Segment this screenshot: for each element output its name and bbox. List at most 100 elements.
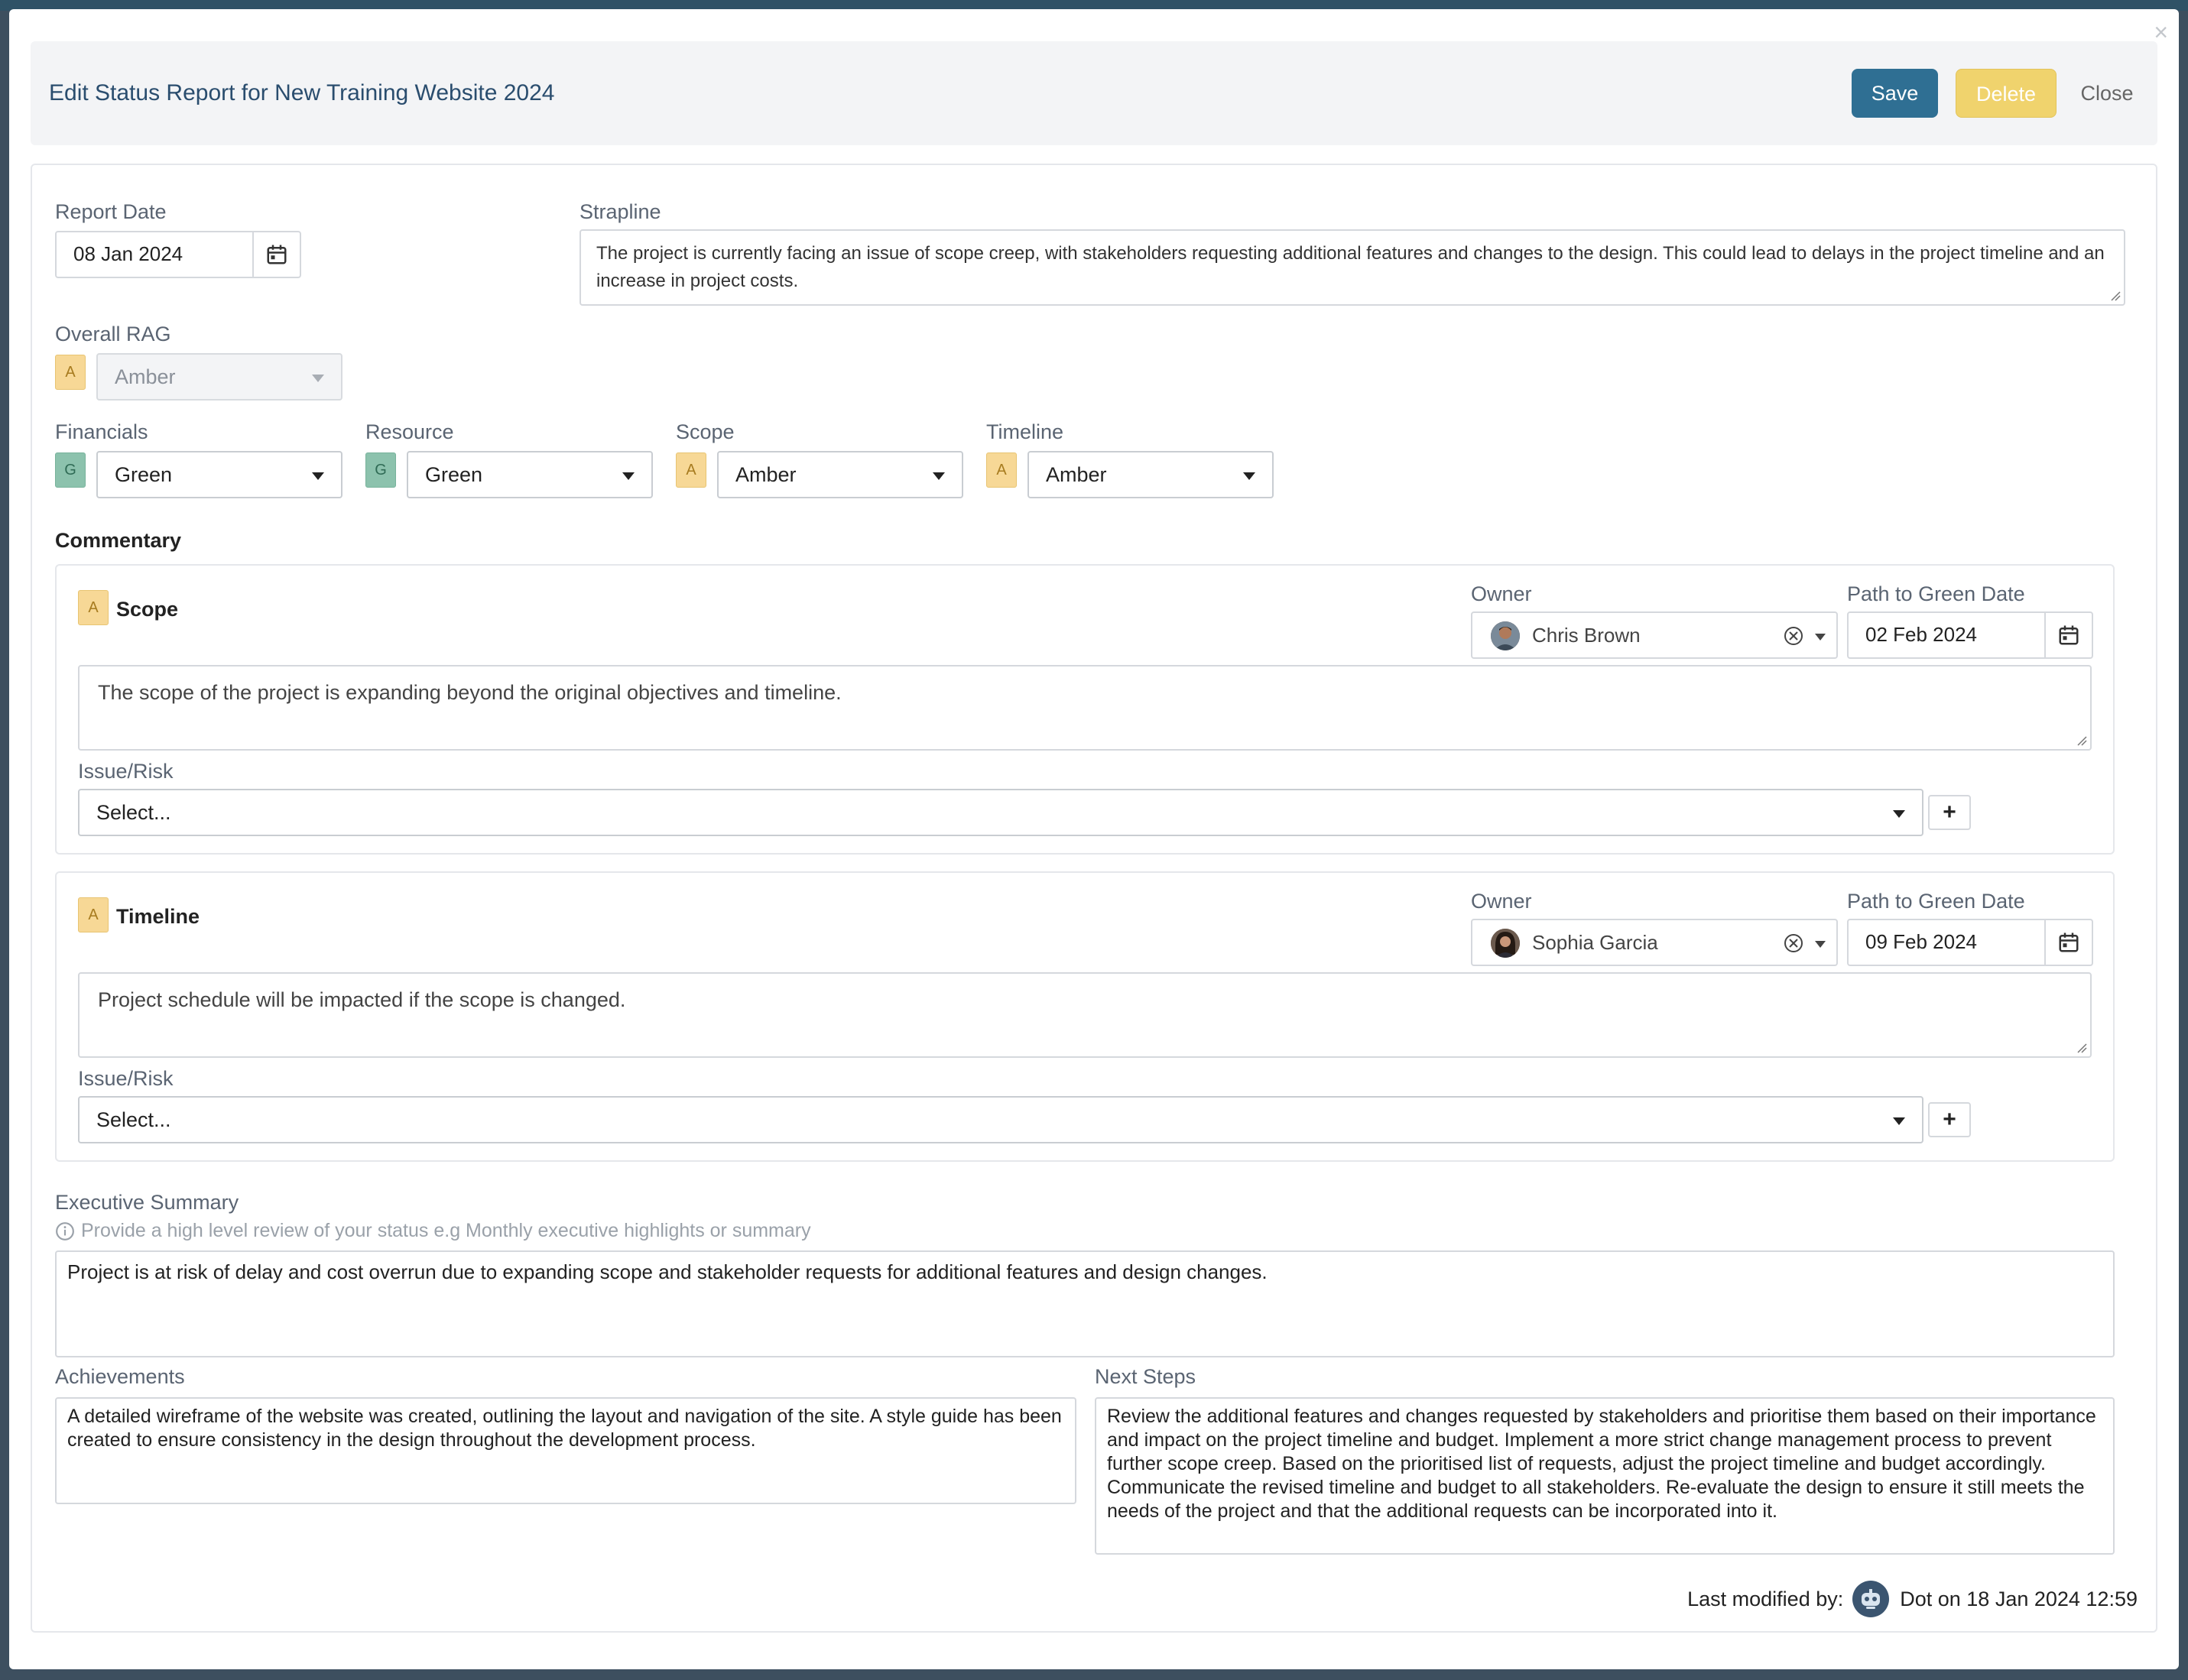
next-steps-label: Next Steps bbox=[1095, 1365, 1196, 1388]
overall-rag-value: Amber bbox=[115, 365, 176, 388]
timeline-select[interactable]: Amber bbox=[1027, 451, 1274, 498]
scope-path-date-value: 02 Feb 2024 bbox=[1865, 623, 1978, 646]
achievements-value: A detailed wireframe of the website was … bbox=[67, 1406, 1062, 1451]
executive-summary-textarea[interactable]: Project is at risk of delay and cost ove… bbox=[55, 1250, 2115, 1357]
timeline-rag-badge: A bbox=[986, 452, 1017, 488]
resource-value: Green bbox=[425, 463, 483, 486]
next-steps-value: Review the additional features and chang… bbox=[1107, 1406, 2096, 1522]
path-to-green-label: Path to Green Date bbox=[1847, 582, 2025, 605]
last-modified-label: Last modified by: bbox=[1687, 1587, 1844, 1610]
calendar-icon bbox=[2059, 625, 2079, 645]
financials-value: Green bbox=[115, 463, 173, 486]
timeline-label: Timeline bbox=[986, 420, 1064, 443]
scope-path-calendar-button[interactable] bbox=[2044, 613, 2092, 657]
timeline-issue-risk-placeholder: Select... bbox=[96, 1108, 171, 1131]
timeline-path-date-input[interactable]: 09 Feb 2024 bbox=[1847, 919, 2093, 966]
scope-select[interactable]: Amber bbox=[717, 451, 963, 498]
clear-icon[interactable] bbox=[1783, 932, 1804, 954]
issue-risk-label: Issue/Risk bbox=[78, 760, 174, 783]
timeline-add-issue-button[interactable]: + bbox=[1928, 1102, 1971, 1137]
commentary-card-scope: A Scope Owner Chris Brown Path to Green … bbox=[55, 564, 2115, 855]
last-modified-value: Dot on 18 Jan 2024 12:59 bbox=[1900, 1587, 2138, 1610]
report-date-value: 08 Jan 2024 bbox=[73, 242, 183, 265]
report-date-input[interactable]: 08 Jan 2024 bbox=[55, 231, 301, 278]
financials-rag-badge: G bbox=[55, 452, 86, 488]
scope-owner-select[interactable]: Chris Brown bbox=[1471, 611, 1838, 659]
avatar bbox=[1491, 929, 1520, 958]
avatar bbox=[1491, 621, 1520, 650]
calendar-icon bbox=[2059, 932, 2079, 952]
timeline-comment-textarea[interactable]: Project schedule will be impacted if the… bbox=[78, 972, 2092, 1058]
chevron-down-icon bbox=[312, 375, 324, 382]
clear-icon[interactable] bbox=[1783, 625, 1804, 647]
timeline-owner-value: Sophia Garcia bbox=[1532, 931, 1658, 954]
save-button[interactable]: Save bbox=[1852, 69, 1938, 118]
scope-path-date-input[interactable]: 02 Feb 2024 bbox=[1847, 611, 2093, 659]
timeline-path-date-value: 09 Feb 2024 bbox=[1865, 930, 1978, 953]
timeline-path-calendar-button[interactable] bbox=[2044, 920, 2092, 965]
strapline-label: Strapline bbox=[579, 200, 661, 223]
chevron-down-icon bbox=[1893, 810, 1905, 818]
financials-select[interactable]: Green bbox=[96, 451, 342, 498]
overall-rag-select: Amber bbox=[96, 353, 342, 401]
overall-rag-label: Overall RAG bbox=[55, 323, 171, 345]
delete-button[interactable]: Delete bbox=[1956, 69, 2057, 118]
resource-select[interactable]: Green bbox=[407, 451, 653, 498]
scope-add-issue-button[interactable]: + bbox=[1928, 795, 1971, 830]
achievements-label: Achievements bbox=[55, 1365, 185, 1388]
scope-comment-rag-badge: A bbox=[78, 590, 109, 625]
resize-handle-icon[interactable] bbox=[2076, 735, 2087, 746]
financials-label: Financials bbox=[55, 420, 148, 443]
scope-comment-title: Scope bbox=[116, 598, 179, 621]
calendar-icon bbox=[267, 245, 287, 264]
timeline-issue-risk-select[interactable]: Select... bbox=[78, 1096, 1923, 1143]
owner-label: Owner bbox=[1471, 890, 1532, 913]
report-date-label: Report Date bbox=[55, 200, 167, 223]
scope-comment-textarea[interactable]: The scope of the project is expanding be… bbox=[78, 665, 2092, 751]
timeline-comment-rag-badge: A bbox=[78, 897, 109, 932]
issue-risk-label: Issue/Risk bbox=[78, 1067, 174, 1090]
strapline-textarea[interactable]: The project is currently facing an issue… bbox=[579, 229, 2125, 306]
scope-issue-risk-select[interactable]: Select... bbox=[78, 789, 1923, 836]
scope-rag-badge: A bbox=[676, 452, 706, 488]
close-button[interactable]: Close bbox=[2073, 69, 2141, 118]
chevron-down-icon[interactable] bbox=[1815, 941, 1826, 948]
last-modified: Last modified by: Dot on 18 Jan 2024 12:… bbox=[1687, 1581, 2138, 1617]
resize-handle-icon[interactable] bbox=[2110, 290, 2121, 301]
modal-header: Edit Status Report for New Training Webs… bbox=[31, 41, 2157, 145]
resize-handle-icon[interactable] bbox=[2076, 1043, 2087, 1053]
commentary-heading: Commentary bbox=[55, 529, 182, 552]
chevron-down-icon bbox=[1893, 1117, 1905, 1125]
commentary-card-timeline: A Timeline Owner Sophia Garcia Path to G… bbox=[55, 871, 2115, 1162]
scope-comment-value: The scope of the project is expanding be… bbox=[98, 681, 842, 704]
resource-rag-badge: G bbox=[365, 452, 396, 488]
timeline-comment-title: Timeline bbox=[116, 905, 200, 928]
chevron-down-icon bbox=[312, 472, 324, 480]
info-icon bbox=[56, 1221, 74, 1241]
executive-summary-hint: Provide a high level review of your stat… bbox=[55, 1220, 811, 1242]
executive-summary-label: Executive Summary bbox=[55, 1191, 239, 1214]
timeline-value: Amber bbox=[1046, 463, 1107, 486]
strapline-value: The project is currently facing an issue… bbox=[596, 243, 2105, 291]
chevron-down-icon bbox=[1243, 472, 1255, 480]
form-panel: Report Date 08 Jan 2024 Strapline The pr… bbox=[31, 164, 2157, 1633]
next-steps-textarea[interactable]: Review the additional features and chang… bbox=[1095, 1397, 2115, 1555]
chevron-down-icon bbox=[622, 472, 635, 480]
executive-summary-value: Project is at risk of delay and cost ove… bbox=[67, 1260, 1268, 1283]
owner-label: Owner bbox=[1471, 582, 1532, 605]
overall-rag-badge: A bbox=[55, 355, 86, 390]
path-to-green-label: Path to Green Date bbox=[1847, 890, 2025, 913]
chevron-down-icon bbox=[933, 472, 945, 480]
report-date-calendar-button[interactable] bbox=[252, 232, 300, 277]
executive-summary-hint-text: Provide a high level review of your stat… bbox=[81, 1220, 811, 1241]
timeline-owner-select[interactable]: Sophia Garcia bbox=[1471, 919, 1838, 966]
achievements-textarea[interactable]: A detailed wireframe of the website was … bbox=[55, 1397, 1076, 1504]
scope-value: Amber bbox=[735, 463, 797, 486]
status-report-modal: × Edit Status Report for New Training We… bbox=[9, 9, 2179, 1669]
chevron-down-icon[interactable] bbox=[1815, 634, 1826, 641]
scope-issue-risk-placeholder: Select... bbox=[96, 801, 171, 824]
bot-avatar-icon bbox=[1852, 1581, 1890, 1617]
close-icon[interactable]: × bbox=[2154, 20, 2168, 44]
resource-label: Resource bbox=[365, 420, 454, 443]
scope-label: Scope bbox=[676, 420, 735, 443]
